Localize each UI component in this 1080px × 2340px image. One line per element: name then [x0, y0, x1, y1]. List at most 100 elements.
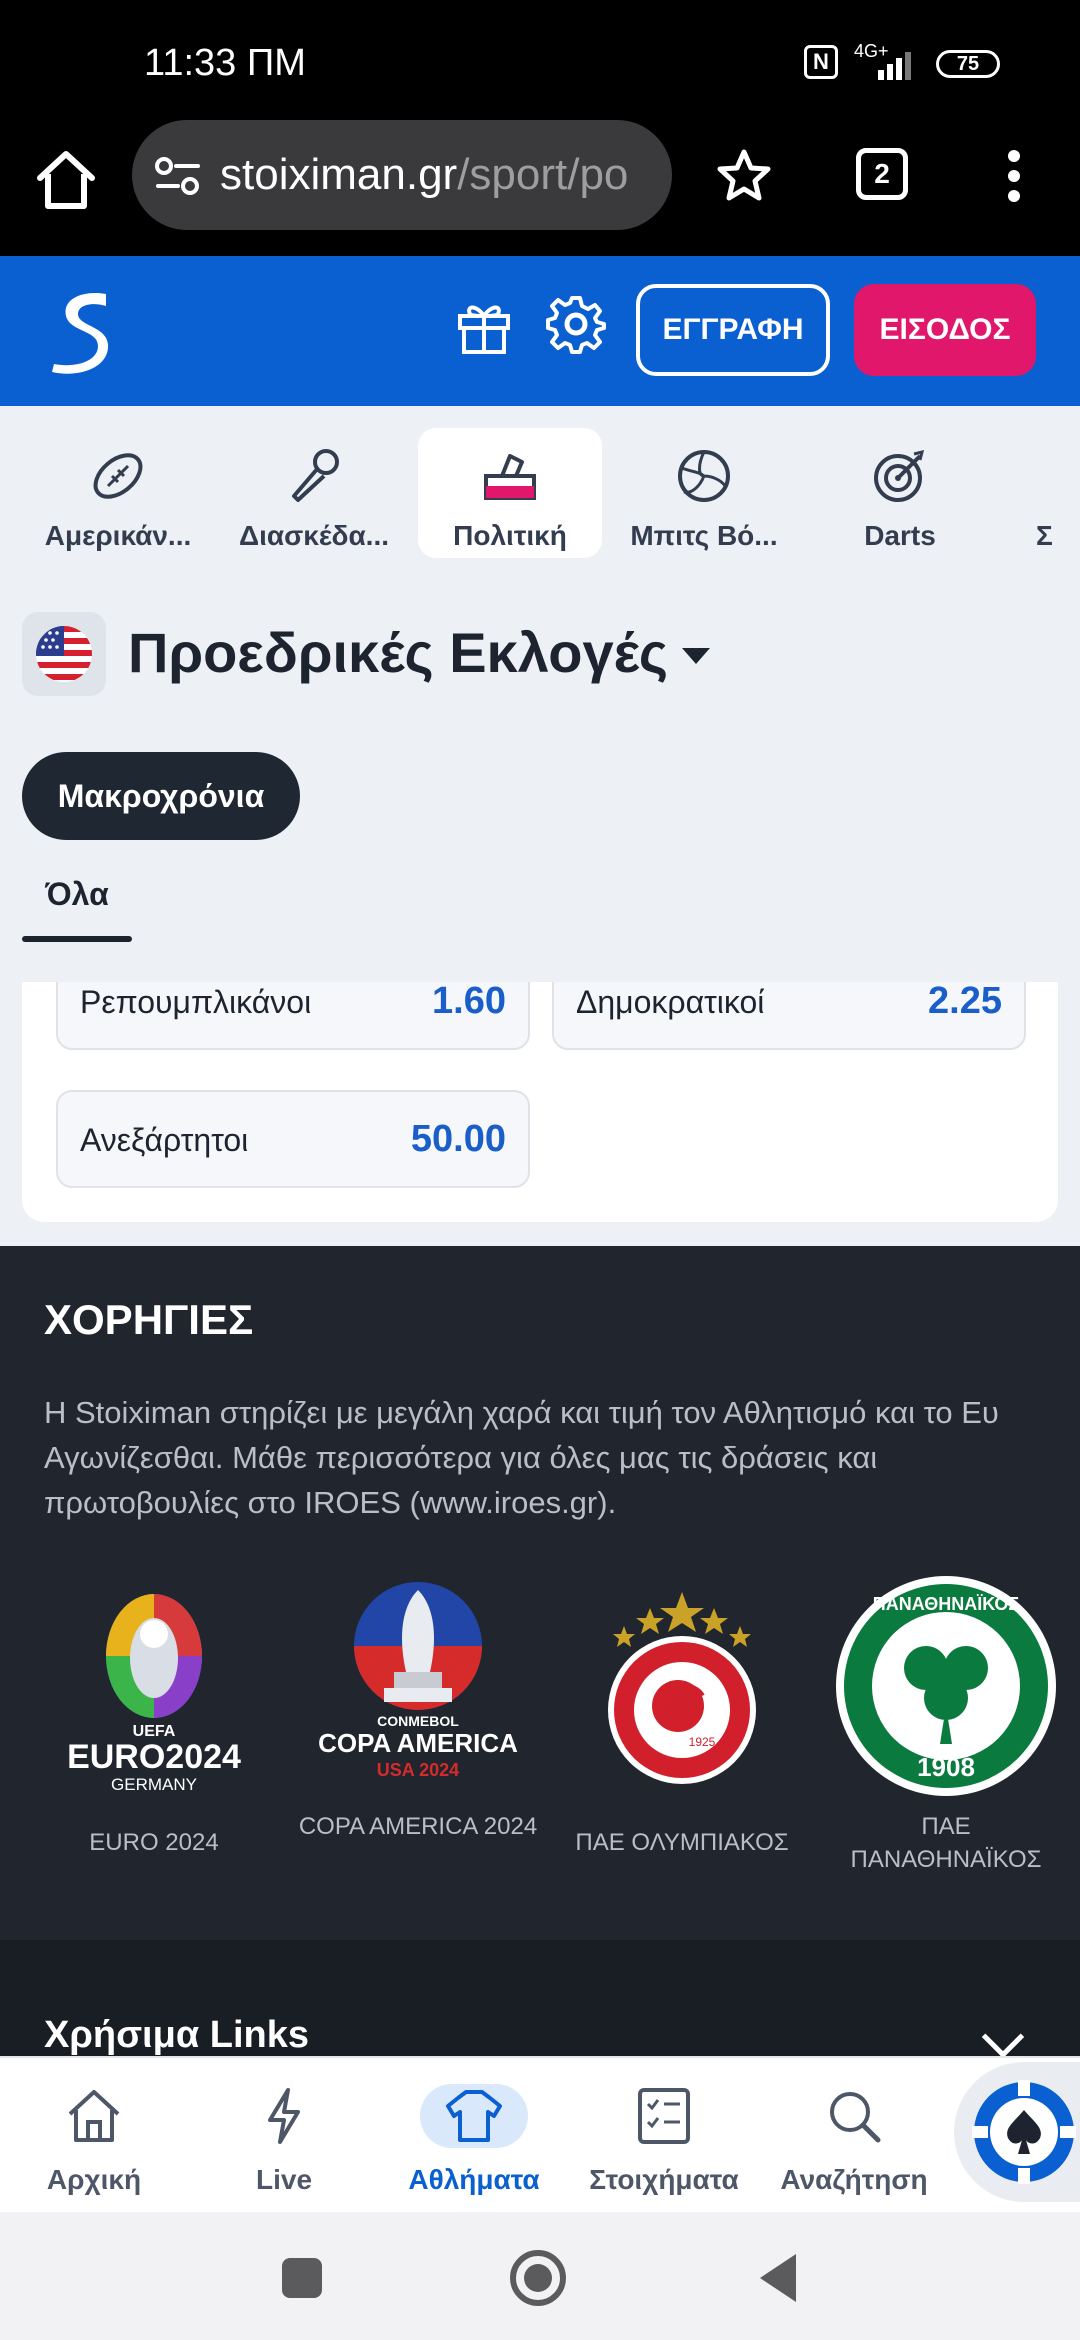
odd-price: 1.60	[432, 982, 506, 1022]
panathinaikos-logo-year: 1908	[917, 1752, 975, 1782]
nav-label: Live	[255, 2164, 313, 2195]
home-circle-icon[interactable]	[510, 2250, 566, 2306]
signal-icon	[878, 50, 918, 80]
nav-label: Αρχική	[46, 2164, 142, 2195]
filter-pill-long-term[interactable]: Μακροχρόνια	[22, 752, 300, 840]
sponsor-caption: COPA AMERICA 2024	[298, 1813, 538, 1840]
sport-item-label: Πολιτική	[453, 520, 567, 551]
market-card: Ρεπουμπλικάνοι 1.60 Δημοκρατικοί 2.25 Αν…	[22, 982, 1058, 1222]
sport-item-darts[interactable]: Darts	[808, 428, 992, 558]
nav-home[interactable]: Αρχική	[4, 2072, 184, 2202]
euro-2024-logo: UEFA EURO2024 GERMANY	[34, 1586, 274, 1816]
league-title: Προεδρικές Εκλογές	[128, 621, 668, 684]
page: 11:33 ΠΜ N 4G+ 75 stoiximan.gr/sport/po …	[0, 0, 1080, 2340]
sponsor-copa-america[interactable]: CONMEBOL COPA AMERICA USA 2024 COPA AMER…	[298, 1576, 538, 1843]
sport-item-entertainment[interactable]: Διασκέδα...	[222, 428, 406, 558]
odd-price: 2.25	[928, 982, 1002, 1022]
login-button[interactable]: ΕΙΣΟΔΟΣ	[854, 284, 1036, 376]
odd-name: Ρεπουμπλικάνοι	[80, 984, 312, 1020]
sport-item-label: Darts	[864, 520, 936, 551]
odd-button-republicans[interactable]: Ρεπουμπλικάνοι 1.60	[56, 982, 530, 1050]
status-time: 11:33 ΠΜ	[144, 42, 306, 84]
url-host: stoiximan.gr	[220, 150, 458, 199]
useful-links-section[interactable]: Χρήσιμα Links	[0, 1940, 1080, 2060]
tab-all[interactable]: Όλα	[22, 876, 132, 942]
back-icon[interactable]	[760, 2254, 796, 2302]
bookmark-star-icon[interactable]	[714, 146, 774, 206]
odd-button-independents[interactable]: Ανεξάρτητοι 50.00	[56, 1090, 530, 1188]
browser-toolbar: stoiximan.gr/sport/po 2	[0, 120, 1080, 256]
sport-item-american-football[interactable]: Αμερικάν...	[26, 428, 210, 558]
register-button[interactable]: ΕΓΓΡΑΦΗ	[636, 284, 830, 376]
sport-item-beach-volley[interactable]: Μπιτς Βό...	[612, 428, 796, 558]
site-header: ΕΓΓΡΑΦΗ ΕΙΣΟΔΟΣ	[0, 256, 1080, 406]
panathinaikos-logo-name: ΠΑΝΑΘΗΝΑΪΚΟΣ	[873, 1594, 1020, 1614]
sport-item-label: Σ	[1036, 520, 1053, 551]
system-navigation-bar	[0, 2212, 1080, 2340]
gift-icon[interactable]	[452, 294, 516, 358]
chevron-down-icon[interactable]	[682, 648, 710, 664]
url-text: stoiximan.gr/sport/po	[220, 150, 660, 200]
sport-item-politics[interactable]: Πολιτική	[418, 428, 602, 558]
sponsors-description: Η Stoiximan στηρίζει με μεγάλη χαρά και …	[44, 1395, 999, 1520]
nav-bets[interactable]: Στοιχήματα	[574, 2072, 754, 2202]
nav-label: Στοιχήματα	[589, 2164, 739, 2195]
battery-indicator: 75	[936, 50, 1000, 78]
odd-name: Δημοκρατικοί	[576, 984, 765, 1020]
status-bar: 11:33 ΠΜ N 4G+ 75	[0, 0, 1080, 120]
odd-name: Ανεξάρτητοι	[80, 1122, 249, 1158]
url-path: /sport/po	[457, 150, 629, 199]
ballot-box-icon	[484, 454, 536, 500]
copa-logo-subtext-conmebol: CONMEBOL	[377, 1713, 459, 1729]
home-icon	[68, 2090, 120, 2142]
nav-live[interactable]: Live	[194, 2072, 374, 2202]
odd-button-democrats[interactable]: Δημοκρατικοί 2.25	[552, 982, 1026, 1050]
address-bar[interactable]: stoiximan.gr/sport/po	[132, 120, 672, 230]
tab-switcher-button[interactable]: 2	[856, 148, 908, 200]
betslip-icon	[638, 2088, 690, 2144]
usa-flag-icon	[36, 626, 92, 682]
sport-item-partial[interactable]: Σ	[1004, 428, 1080, 558]
sport-categories-bar: Αμερικάν... Διασκέδα... Πολιτική Μπιτς Β…	[0, 406, 1080, 584]
euro-logo-subtext: GERMANY	[111, 1775, 197, 1794]
overflow-menu-icon[interactable]	[1006, 150, 1022, 206]
home-icon[interactable]	[32, 146, 100, 214]
dartboard-icon	[874, 449, 925, 502]
copa-logo-text: COPA AMERICA	[318, 1728, 518, 1758]
recents-icon[interactable]	[282, 2258, 322, 2298]
sponsor-caption: EURO 2024	[89, 1829, 219, 1856]
casino-button[interactable]	[954, 2062, 1080, 2202]
sport-item-label: Μπιτς Βό...	[630, 520, 778, 551]
sponsor-caption: ΠΑΕ ΟΛΥΜΠΙΑΚΟΣ	[575, 1829, 789, 1856]
nav-label: Αθλήματα	[408, 2164, 540, 2195]
bottom-navigation: Αρχική Live Αθλήματα Στοιχήματα Αναζήτησ…	[0, 2056, 1080, 2212]
useful-links-title: Χρήσιμα Links	[44, 2014, 310, 2056]
sponsor-euro-2024[interactable]: UEFA EURO2024 GERMANY EURO 2024	[34, 1586, 274, 1859]
american-football-icon	[93, 453, 143, 499]
nav-label: Αναζήτηση	[780, 2164, 928, 2195]
olympiacos-logo: 1925	[562, 1586, 802, 1816]
panathinaikos-logo: ΠΑΝΑΘΗΝΑΪΚΟΣ 1908	[826, 1576, 1066, 1806]
sport-item-label: Διασκέδα...	[238, 520, 390, 551]
copa-america-logo: CONMEBOL COPA AMERICA USA 2024	[298, 1576, 538, 1806]
search-icon	[830, 2092, 881, 2143]
copa-logo-subtext: USA 2024	[377, 1760, 459, 1780]
euro-logo-text: EURO2024	[67, 1738, 241, 1776]
sponsor-olympiacos[interactable]: 1925 ΠΑΕ ΟΛΥΜΠΙΑΚΟΣ	[562, 1586, 802, 1859]
odd-price: 50.00	[410, 1118, 506, 1160]
chevron-down-icon[interactable]	[981, 2015, 1025, 2059]
sponsors-title: ΧΟΡΗΓΙΕΣ	[44, 1296, 254, 1343]
sponsor-caption: ΠΑΕ ΠΑΝΑΘΗΝΑΪΚΟΣ	[850, 1813, 1042, 1873]
stoiximan-logo[interactable]	[44, 286, 124, 376]
sponsor-panathinaikos[interactable]: ΠΑΝΑΘΗΝΑΪΚΟΣ 1908 ΠΑΕ ΠΑΝΑΘΗΝΑΪΚΟΣ	[826, 1576, 1066, 1876]
jersey-icon	[420, 2084, 528, 2148]
gear-icon[interactable]	[544, 292, 608, 356]
sport-item-label: Αμερικάν...	[44, 520, 192, 551]
site-settings-icon[interactable]	[154, 154, 202, 198]
poker-chip-spade-icon	[972, 2080, 1076, 2184]
nav-search[interactable]: Αναζήτηση	[764, 2072, 944, 2202]
nav-sports[interactable]: Αθλήματα	[384, 2072, 564, 2202]
flag-container	[22, 612, 106, 696]
volleyball-icon	[678, 450, 730, 502]
sponsors-section: ΧΟΡΗΓΙΕΣ Η Stoiximan στηρίζει με μεγάλη …	[0, 1246, 1080, 1940]
